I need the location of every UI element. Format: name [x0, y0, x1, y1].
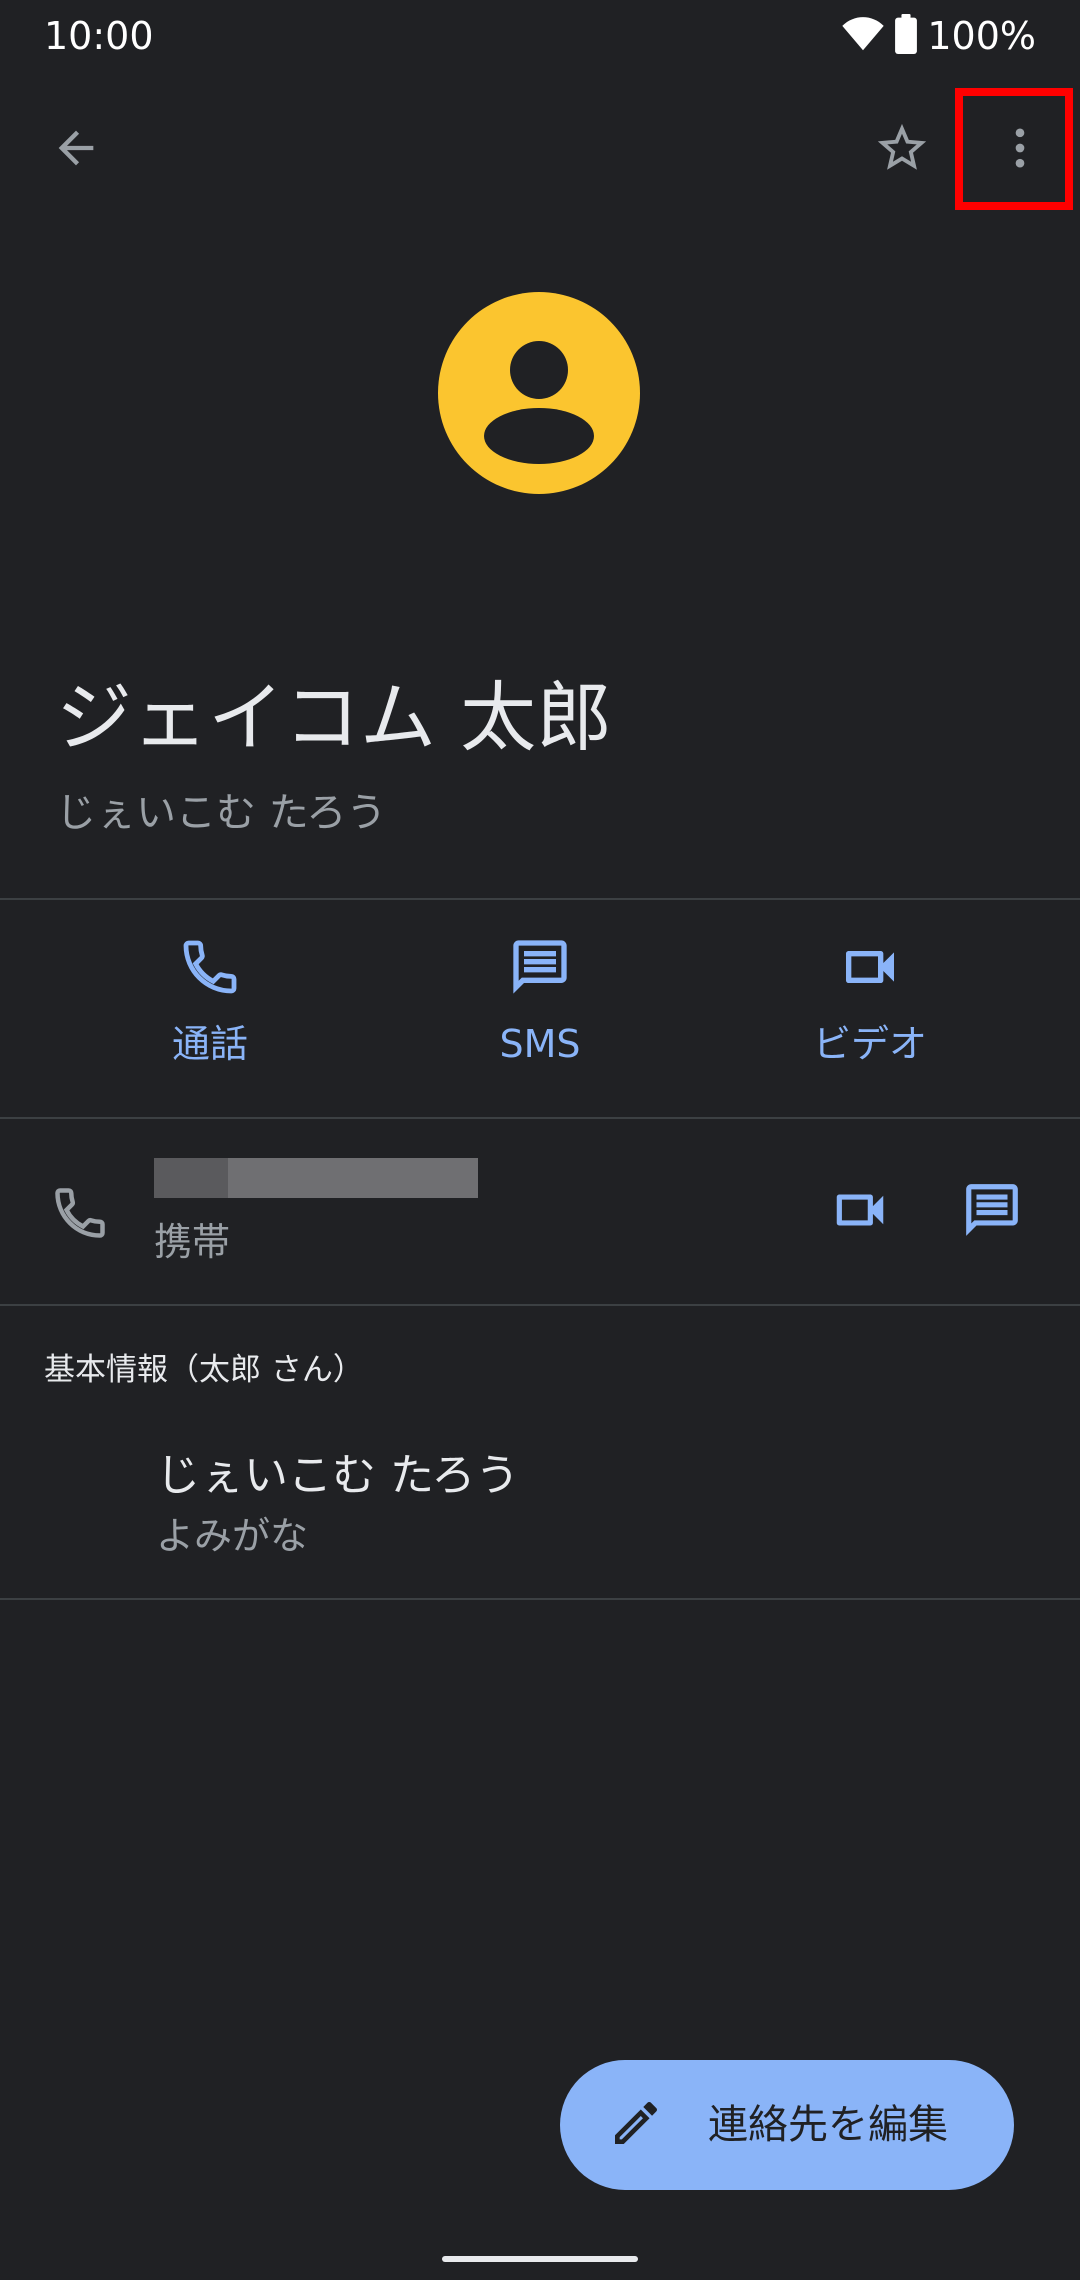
battery-percent: 100%	[927, 14, 1036, 58]
star-outline-icon	[873, 119, 931, 181]
send-message-button[interactable]	[952, 1172, 1032, 1252]
back-arrow-icon	[50, 122, 102, 178]
message-icon	[508, 935, 572, 1003]
phone-icon	[178, 935, 242, 1003]
edit-contact-label: 連絡先を編集	[708, 2102, 948, 2148]
divider	[0, 1304, 1080, 1306]
gesture-navigation-bar[interactable]	[442, 2256, 638, 2262]
contact-detail-screen: 10:00 100% ジェイコム 太郎 じぇいこむ たろう 通話 SMS ビデオ…	[0, 0, 1080, 2280]
highlight-annotation-box	[955, 88, 1073, 210]
video-call-button[interactable]	[820, 1172, 900, 1252]
phonetic-name-value[interactable]: じぇいこむ たろう	[156, 1446, 519, 1506]
about-section-title: 基本情報（太郎 さん）	[44, 1352, 364, 1388]
divider	[0, 1117, 1080, 1119]
videocam-icon	[829, 1179, 891, 1245]
contact-phonetic-name: じぇいこむ たろう	[56, 790, 387, 836]
divider	[0, 1598, 1080, 1600]
call-action-button[interactable]: 通話	[90, 935, 330, 1069]
video-action-button[interactable]: ビデオ	[750, 935, 990, 1069]
sms-action-button[interactable]: SMS	[420, 935, 660, 1069]
status-time: 10:00	[44, 14, 154, 58]
person-icon	[438, 341, 640, 494]
sms-action-label: SMS	[499, 1022, 581, 1066]
message-icon	[961, 1179, 1023, 1245]
status-icons: 100%	[841, 12, 1036, 60]
contact-name: ジェイコム 太郎	[56, 673, 613, 762]
phone-type-label: 携帯	[154, 1220, 231, 1264]
favorite-button[interactable]	[862, 110, 942, 190]
redacted-phone-number-segment	[154, 1158, 228, 1198]
videocam-icon	[838, 935, 902, 1003]
call-action-label: 通話	[171, 1022, 248, 1066]
phone-number-row[interactable]	[40, 1175, 120, 1255]
battery-icon	[895, 14, 918, 58]
edit-contact-button[interactable]: 連絡先を編集	[560, 2060, 1014, 2190]
avatar	[438, 292, 640, 494]
divider	[0, 898, 1080, 900]
phonetic-name-label: よみがな	[156, 1514, 309, 1558]
wifi-icon	[841, 16, 885, 56]
phone-icon	[50, 1183, 110, 1247]
back-button[interactable]	[36, 110, 116, 190]
edit-pencil-icon	[608, 2095, 664, 2155]
video-action-label: ビデオ	[812, 1022, 927, 1066]
